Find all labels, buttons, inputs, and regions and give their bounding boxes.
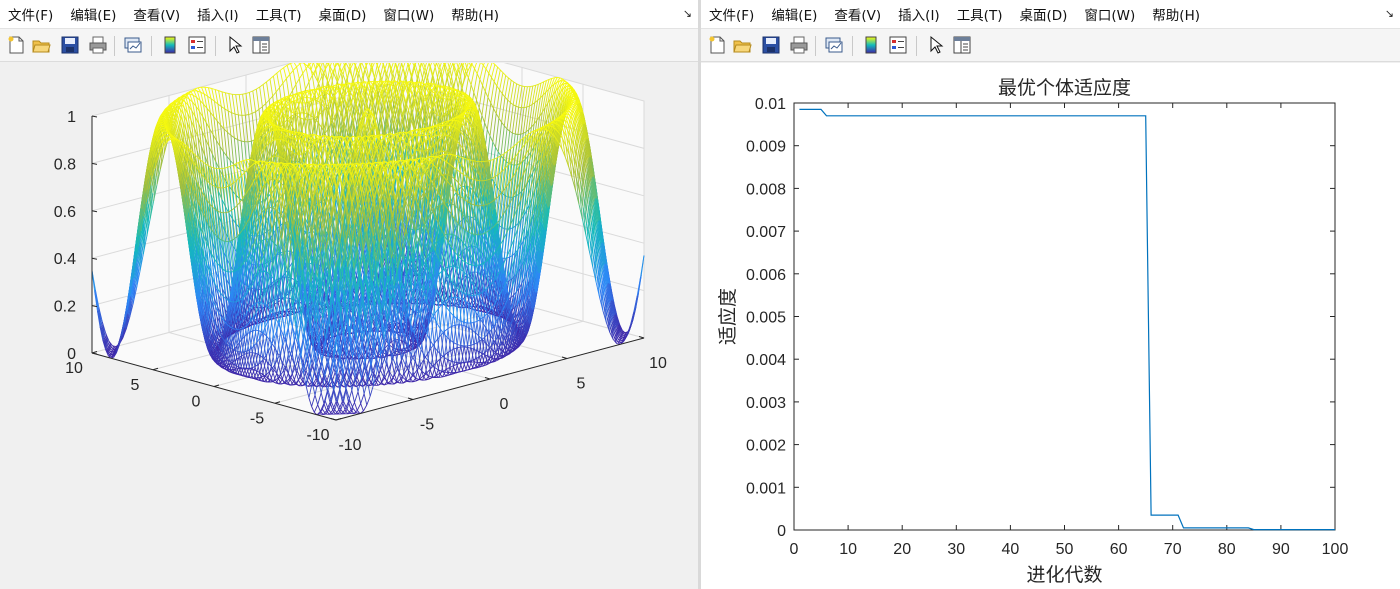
surface-mesh-segment bbox=[247, 140, 252, 143]
menu-insert[interactable]: 插入(I) bbox=[197, 4, 239, 24]
menu-edit[interactable]: 编辑(E) bbox=[70, 4, 116, 24]
toolbar-separator bbox=[151, 36, 152, 56]
new-figure-icon[interactable] bbox=[6, 35, 26, 55]
save-icon[interactable] bbox=[60, 35, 80, 55]
menu-window[interactable]: 窗口(W) bbox=[383, 4, 434, 24]
dock-arrow-icon[interactable]: ↘ bbox=[683, 7, 692, 20]
menu-view[interactable]: 查看(V) bbox=[133, 4, 180, 24]
toolbar-separator bbox=[215, 36, 216, 56]
surface-plot: 00.20.40.60.81-10-505101050-5-10 bbox=[54, 33, 667, 454]
print-icon[interactable] bbox=[88, 35, 108, 55]
menu-file[interactable]: 文件(F) bbox=[8, 4, 53, 24]
link-plot-icon[interactable] bbox=[123, 35, 143, 55]
figure-window-surface: 文件(F) 编辑(E) 查看(V) 插入(I) 工具(T) 桌面(D) 窗口(W… bbox=[0, 0, 698, 589]
menu-help[interactable]: 帮助(H) bbox=[451, 4, 499, 24]
open-file-icon[interactable] bbox=[31, 35, 51, 55]
property-inspector-icon[interactable] bbox=[251, 35, 271, 55]
menu-desktop[interactable]: 桌面(D) bbox=[318, 4, 366, 24]
figure-toolbar bbox=[0, 29, 698, 62]
insert-colorbar-icon[interactable] bbox=[160, 35, 180, 55]
menu-bar: 文件(F) 编辑(E) 查看(V) 插入(I) 工具(T) 桌面(D) 窗口(W… bbox=[0, 0, 698, 29]
edit-plot-arrow-icon[interactable] bbox=[224, 35, 244, 55]
menu-tools[interactable]: 工具(T) bbox=[256, 4, 302, 24]
insert-legend-icon[interactable] bbox=[187, 35, 207, 55]
toolbar-separator bbox=[114, 36, 115, 56]
surface-mesh-segment bbox=[198, 86, 202, 89]
plot-canvas[interactable]: 0 0.2 0.4 0.6 0.8 1 -10 -5 0 5 10 10 5 0 -5 -10 bbox=[0, 33, 698, 589]
